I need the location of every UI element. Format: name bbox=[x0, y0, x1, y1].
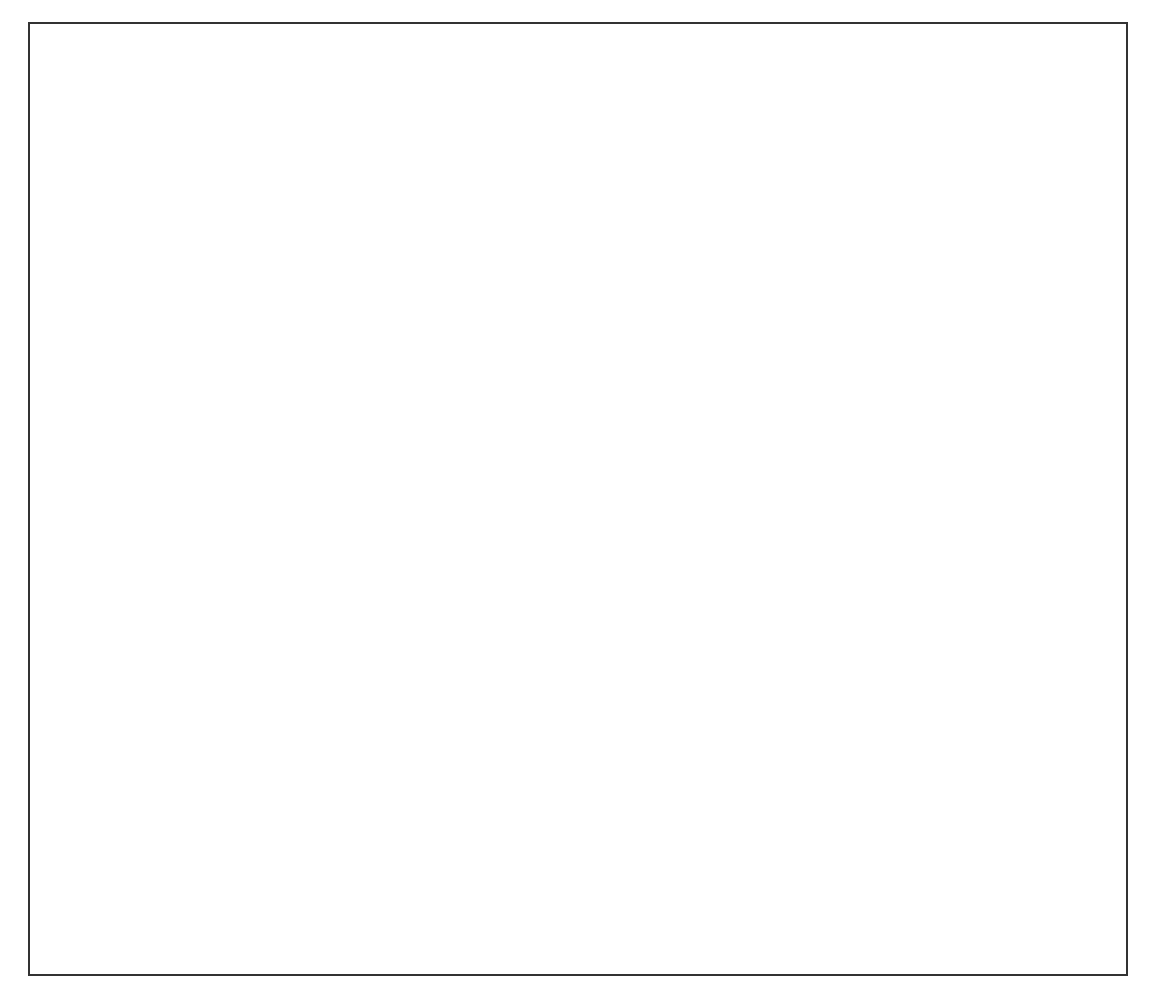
org-chart-svg bbox=[50, 74, 1110, 954]
org-chart bbox=[50, 74, 1110, 954]
chart-container bbox=[28, 22, 1128, 976]
